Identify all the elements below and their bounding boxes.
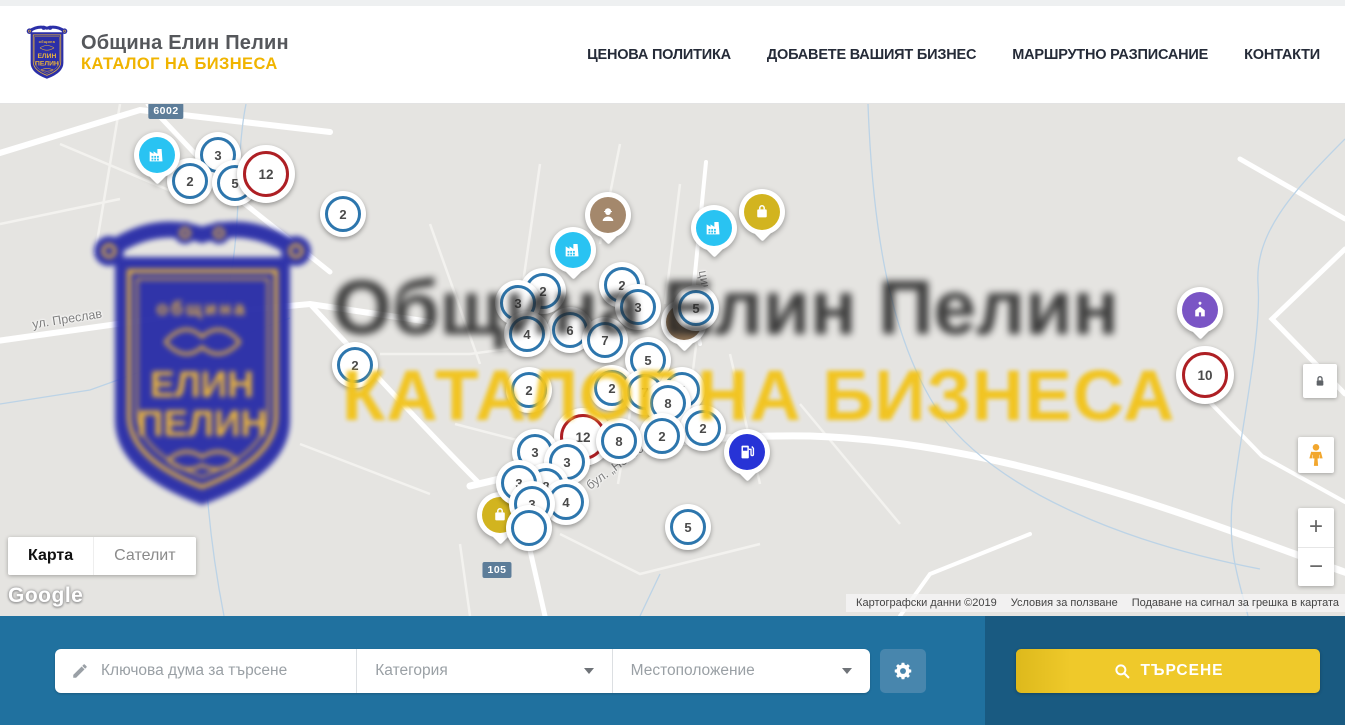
- terms-of-use-link[interactable]: Условия за ползване: [1011, 597, 1118, 609]
- main-nav: ЦЕНОВА ПОЛИТИКА ДОБАВЕТЕ ВАШИЯТ БИЗНЕС М…: [587, 6, 1320, 103]
- zoom-control: + −: [1298, 508, 1334, 586]
- church-pin-marker[interactable]: [1177, 287, 1223, 347]
- zoom-in-button[interactable]: +: [1298, 508, 1334, 548]
- search-bar: Категория Местоположение ТЪРСЕНЕ: [0, 616, 1345, 725]
- keyword-field-wrap: [55, 649, 356, 693]
- caret-down-icon: [584, 668, 594, 674]
- map-data-copyright: Картографски данни ©2019: [856, 597, 997, 609]
- search-input-group: Категория Местоположение: [55, 649, 870, 693]
- factory-pin-marker[interactable]: [691, 205, 737, 265]
- cluster-marker[interactable]: 10: [1176, 346, 1234, 404]
- zoom-out-button[interactable]: −: [1298, 548, 1334, 587]
- factory-pin-marker[interactable]: [134, 132, 180, 192]
- google-map[interactable]: 6002105 ул. Преславбул. „Новоселции 3251…: [0, 104, 1345, 616]
- cluster-marker[interactable]: 5: [665, 504, 711, 550]
- search-button-label: ТЪРСЕНЕ: [1141, 662, 1224, 680]
- markers-layer: 32512223235674522274822128338343510: [0, 104, 1345, 616]
- advanced-search-button[interactable]: [880, 649, 926, 693]
- nav-item-add-business[interactable]: ДОБАВЕТЕ ВАШИЯТ БИЗНЕС: [767, 47, 976, 63]
- map-type-map-button[interactable]: Карта: [8, 537, 93, 575]
- report-map-error-link[interactable]: Подаване на сигнал за грешка в картата: [1132, 597, 1339, 609]
- pegman-icon: [1305, 442, 1327, 468]
- cluster-marker[interactable]: 5: [673, 285, 719, 331]
- pencil-icon: [71, 662, 89, 680]
- svg-text:ЕЛИН: ЕЛИН: [37, 53, 56, 60]
- nav-item-route-schedule[interactable]: МАРШРУТНО РАЗПИСАНИЕ: [1012, 47, 1208, 63]
- street-view-pegman-button[interactable]: [1298, 437, 1334, 473]
- cluster-marker[interactable]: 2: [639, 413, 685, 459]
- shopping-bag-pin-marker[interactable]: [739, 189, 785, 249]
- magnifier-icon: [1113, 662, 1131, 680]
- cluster-marker[interactable]: 2: [506, 367, 552, 413]
- nav-item-pricing[interactable]: ЦЕНОВА ПОЛИТИКА: [587, 47, 731, 63]
- cluster-marker[interactable]: 3: [615, 284, 661, 330]
- map-attribution: Картографски данни ©2019 Условия за полз…: [846, 594, 1345, 612]
- cluster-marker[interactable]: 2: [320, 191, 366, 237]
- search-submit-button[interactable]: ТЪРСЕНЕ: [1016, 649, 1320, 693]
- keyword-search-input[interactable]: [99, 661, 356, 681]
- header: община ЕЛИН ПЕЛИН Община Елин Пелин КАТА…: [0, 6, 1345, 104]
- cluster-marker[interactable]: 2: [332, 342, 378, 388]
- factory-pin-marker[interactable]: [550, 227, 596, 287]
- site-subtitle: КАТАЛОГ НА БИЗНЕСА: [81, 55, 289, 74]
- cluster-marker[interactable]: 4: [504, 311, 550, 357]
- location-select-label: Местоположение: [613, 662, 842, 680]
- cluster-marker[interactable]: 7: [582, 317, 628, 363]
- gear-icon: [892, 660, 914, 682]
- business-catalog-page: община ЕЛИН ПЕЛИН Община Елин Пелин КАТА…: [0, 0, 1345, 725]
- google-logo[interactable]: Google: [8, 584, 83, 608]
- municipality-crest-icon: община ЕЛИН ПЕЛИН: [25, 24, 69, 82]
- location-select[interactable]: Местоположение: [612, 649, 870, 693]
- caret-down-icon: [842, 668, 852, 674]
- cluster-marker[interactable]: 2: [680, 405, 726, 451]
- cluster-marker[interactable]: 8: [596, 418, 642, 464]
- map-type-satellite-button[interactable]: Сателит: [93, 537, 195, 575]
- nav-item-contacts[interactable]: КОНТАКТИ: [1244, 47, 1320, 63]
- map-type-control: Карта Сателит: [8, 537, 196, 575]
- site-title: Община Елин Пелин: [81, 32, 289, 55]
- category-select-label: Категория: [357, 662, 583, 680]
- cluster-marker[interactable]: 12: [237, 145, 295, 203]
- category-select[interactable]: Категория: [356, 649, 611, 693]
- site-logo[interactable]: община ЕЛИН ПЕЛИН Община Елин Пелин КАТА…: [25, 24, 289, 82]
- lock-icon: [1312, 373, 1328, 389]
- svg-text:ПЕЛИН: ПЕЛИН: [35, 60, 59, 67]
- fuel-pin-marker[interactable]: [724, 429, 770, 489]
- svg-text:община: община: [39, 40, 56, 44]
- scroll-lock-button[interactable]: [1303, 364, 1337, 398]
- cluster-marker[interactable]: [506, 505, 552, 551]
